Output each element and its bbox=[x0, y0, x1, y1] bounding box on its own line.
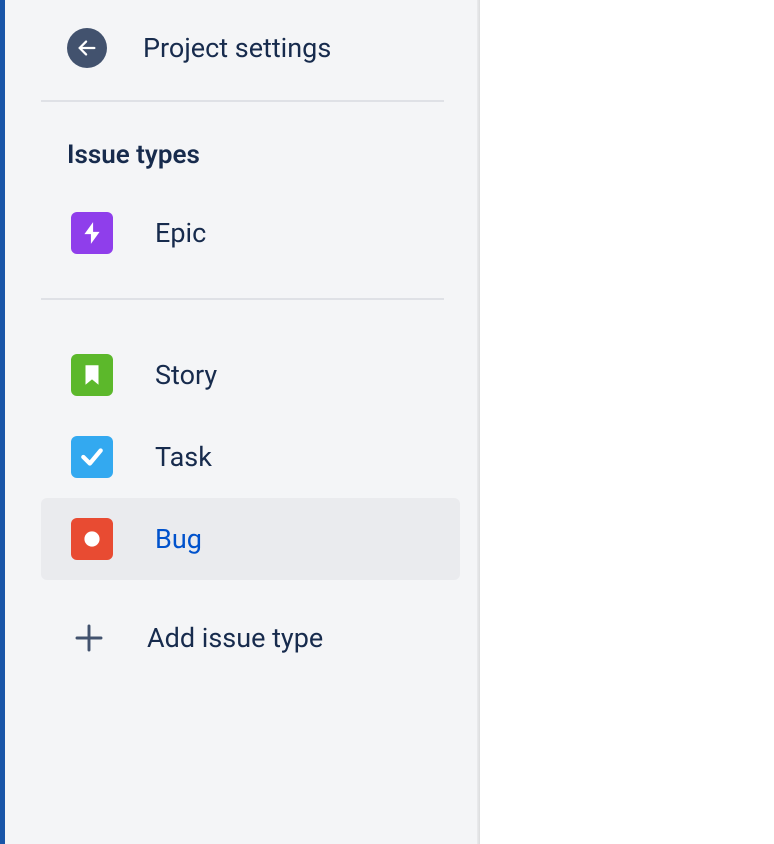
issue-label: Epic bbox=[155, 217, 206, 249]
bug-icon bbox=[71, 518, 113, 560]
plus-icon bbox=[71, 620, 107, 656]
back-label: Project settings bbox=[143, 32, 331, 64]
issue-label: Task bbox=[155, 441, 212, 473]
issue-type-bug[interactable]: Bug bbox=[41, 498, 460, 580]
back-arrow-icon bbox=[67, 28, 107, 68]
issue-label: Story bbox=[155, 359, 217, 391]
add-label: Add issue type bbox=[147, 622, 323, 654]
sidebar-shadow bbox=[477, 0, 480, 844]
story-icon bbox=[71, 354, 113, 396]
issue-type-story[interactable]: Story bbox=[41, 334, 460, 416]
issue-type-list: Story Task Bug bbox=[5, 334, 480, 604]
main-content bbox=[480, 0, 774, 844]
sidebar: Project settings Issue types Epic Story bbox=[5, 0, 480, 844]
issue-type-task[interactable]: Task bbox=[41, 416, 460, 498]
add-issue-type-button[interactable]: Add issue type bbox=[41, 604, 460, 672]
epic-icon bbox=[71, 212, 113, 254]
issue-types-heading: Issue types bbox=[5, 102, 480, 192]
spacer bbox=[5, 300, 480, 334]
epic-list: Epic bbox=[5, 192, 480, 298]
task-icon bbox=[71, 436, 113, 478]
back-to-project-settings[interactable]: Project settings bbox=[5, 0, 480, 100]
issue-type-epic[interactable]: Epic bbox=[41, 192, 460, 274]
issue-label: Bug bbox=[155, 523, 202, 555]
